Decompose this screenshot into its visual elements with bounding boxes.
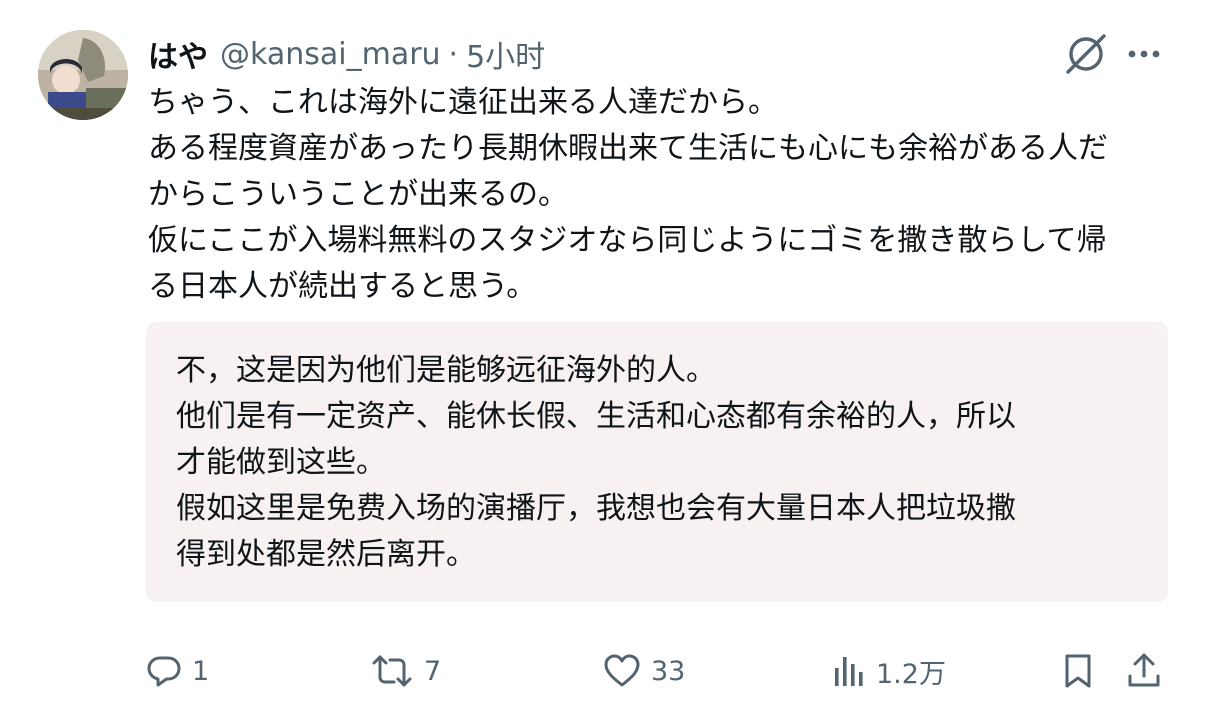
user-handle[interactable]: @kansai_maru	[220, 37, 441, 72]
share-button[interactable]	[1126, 646, 1162, 696]
tweet-line: る日本人が続出すると思う。	[148, 269, 537, 304]
translation-line: 得到处都是然后离开。	[176, 537, 476, 572]
translation-text: 不，这是因为他们是能够远征海外的人。 他们是有一定资产、能休长假、生活和心态都有…	[176, 348, 1138, 578]
translation-line: 不，这是因为他们是能够远征海外的人。	[176, 353, 716, 388]
translation-box: 不，这是因为他们是能够远征海外的人。 他们是有一定资产、能休长假、生活和心态都有…	[146, 322, 1168, 602]
avatar[interactable]	[38, 30, 128, 120]
more-icon[interactable]	[1124, 36, 1164, 72]
reply-button[interactable]: 1	[146, 646, 209, 696]
tweet-text: ちゃう、これは海外に遠征出来る人達だから。 ある程度資産があったり長期休暇出来て…	[148, 80, 1178, 310]
header-separator: ·	[448, 36, 459, 72]
bookmark-icon	[1065, 654, 1091, 688]
translation-line: 才能做到这些。	[176, 445, 386, 480]
views-count: 1.2万	[876, 658, 946, 690]
tweet-line: 仮にここが入場料無料のスタジオなら同じようにゴミを撒き散らして帰	[148, 223, 1107, 258]
tweet-line: ちゃう、これは海外に遠征出来る人達だから。	[148, 85, 778, 120]
views-button[interactable]: 1.2万	[832, 646, 946, 696]
translation-line: 假如这里是免费入场的演播厅，我想也会有大量日本人把垃圾撒	[176, 491, 1016, 526]
share-icon	[1128, 653, 1160, 687]
like-button[interactable]: 33	[603, 646, 685, 696]
retweet-icon	[372, 655, 412, 687]
tweet-line: ある程度資産があったり長期休暇出来て生活にも心にも余裕がある人だ	[148, 131, 1108, 166]
like-count: 33	[651, 655, 686, 687]
bookmark-button[interactable]	[1060, 646, 1096, 696]
grok-icon[interactable]	[1062, 30, 1110, 78]
action-bar: 1 7 33 1.2万	[0, 646, 1206, 696]
tweet-line: からこういうことが出来るの。	[148, 177, 568, 212]
retweet-count: 7	[424, 655, 442, 687]
reply-icon	[147, 656, 181, 687]
heart-icon	[604, 654, 640, 687]
tweet: はや @kansai_maru · 5小时 ちゃう、これは海外に遠征出来る人達だ…	[0, 0, 1206, 711]
views-icon	[835, 657, 863, 686]
avatar-image	[38, 30, 128, 120]
timestamp[interactable]: 5小时	[466, 32, 545, 76]
reply-count: 1	[192, 655, 210, 687]
retweet-button[interactable]: 7	[370, 646, 441, 696]
tweet-header: はや @kansai_maru · 5小时	[148, 32, 545, 76]
translation-line: 他们是有一定资产、能休长假、生活和心态都有余裕的人，所以	[176, 399, 1016, 434]
display-name[interactable]: はや	[148, 32, 208, 76]
